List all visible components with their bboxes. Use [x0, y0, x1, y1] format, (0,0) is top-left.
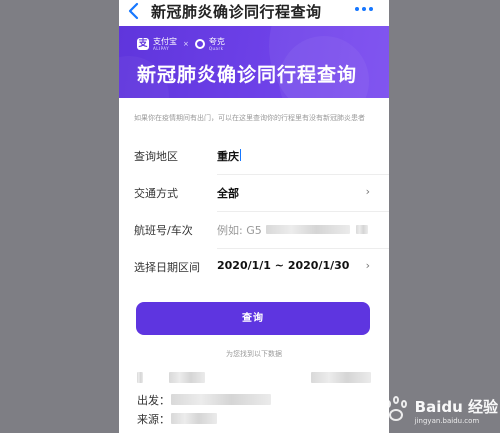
flight-label: 航班号/车次 [134, 224, 193, 237]
results-header: 为您找到以下数据 [226, 350, 282, 358]
back-button[interactable] [125, 0, 143, 24]
nav-bar: 新冠肺炎确诊同行程查询 [119, 0, 389, 26]
region-row[interactable]: 查询地区 重庆 [134, 139, 389, 175]
redacted-block [171, 413, 217, 424]
region-input[interactable]: 重庆 [217, 148, 241, 164]
redacted-block [266, 225, 350, 234]
page-title: 新冠肺炎确诊同行程查询 [151, 3, 322, 21]
redacted-block [311, 372, 371, 383]
watermark-text: Baidu 经验 [414, 397, 498, 416]
search-button[interactable]: 查询 [136, 302, 370, 335]
alipay-sub: ALIPAY [153, 46, 170, 51]
alipay-name: 支付宝 [153, 37, 177, 46]
quark-logo-icon [194, 39, 205, 49]
more-button[interactable] [353, 0, 375, 24]
redacted-block [171, 394, 271, 405]
more-dots-icon [355, 7, 359, 11]
date-range-row[interactable]: 选择日期区间 2020/1/1 ~ 2020/1/30 › [134, 250, 374, 286]
chevron-right-icon: › [365, 185, 370, 198]
watermark-sub: jingyan.baidu.com [414, 416, 480, 425]
hero-banner: 支 支付宝 ALIPAY × 夸克 Quark 新冠肺炎确诊同行程查询 [119, 26, 389, 98]
redacted-block [356, 225, 368, 234]
phone-screen: 新冠肺炎确诊同行程查询 支 支付宝 ALIPAY × 夸克 Quark 新冠肺炎… [119, 0, 389, 433]
banner-title: 新冠肺炎确诊同行程查询 [137, 64, 358, 86]
description-text: 如果你在疫情期间有出门，可以在这里查询你的行程里有没有新冠肺炎患者 [134, 114, 365, 122]
date-range-value: 2020/1/1 ~ 2020/1/30 [217, 259, 350, 272]
alipay-logo-icon: 支 [137, 38, 149, 50]
flight-row[interactable]: 航班号/车次 例如: G5 [134, 213, 389, 249]
date-range-label: 选择日期区间 [134, 261, 200, 274]
redacted-block [137, 372, 143, 383]
quark-sub: Quark [208, 46, 224, 51]
region-label: 查询地区 [134, 150, 178, 163]
flight-input[interactable]: 例如: G5 [217, 222, 262, 238]
paw-icon [381, 395, 411, 425]
transport-label: 交通方式 [134, 187, 178, 200]
transport-row[interactable]: 交通方式 全部 › [134, 176, 389, 212]
transport-value: 全部 [217, 187, 239, 200]
brand-row: 支 支付宝 ALIPAY × 夸克 Quark [137, 36, 225, 52]
chevron-left-icon [128, 2, 139, 20]
result-depart: 出发： [137, 394, 170, 407]
result-source: 来源： [137, 413, 170, 426]
brand-separator: × [183, 40, 189, 48]
redacted-block [169, 372, 205, 383]
baidu-watermark: Baidu 经验 jingyan.baidu.com [381, 395, 498, 425]
quark-name: 夸克 [208, 37, 225, 46]
chevron-right-icon: › [365, 259, 370, 272]
text-caret [240, 149, 241, 161]
